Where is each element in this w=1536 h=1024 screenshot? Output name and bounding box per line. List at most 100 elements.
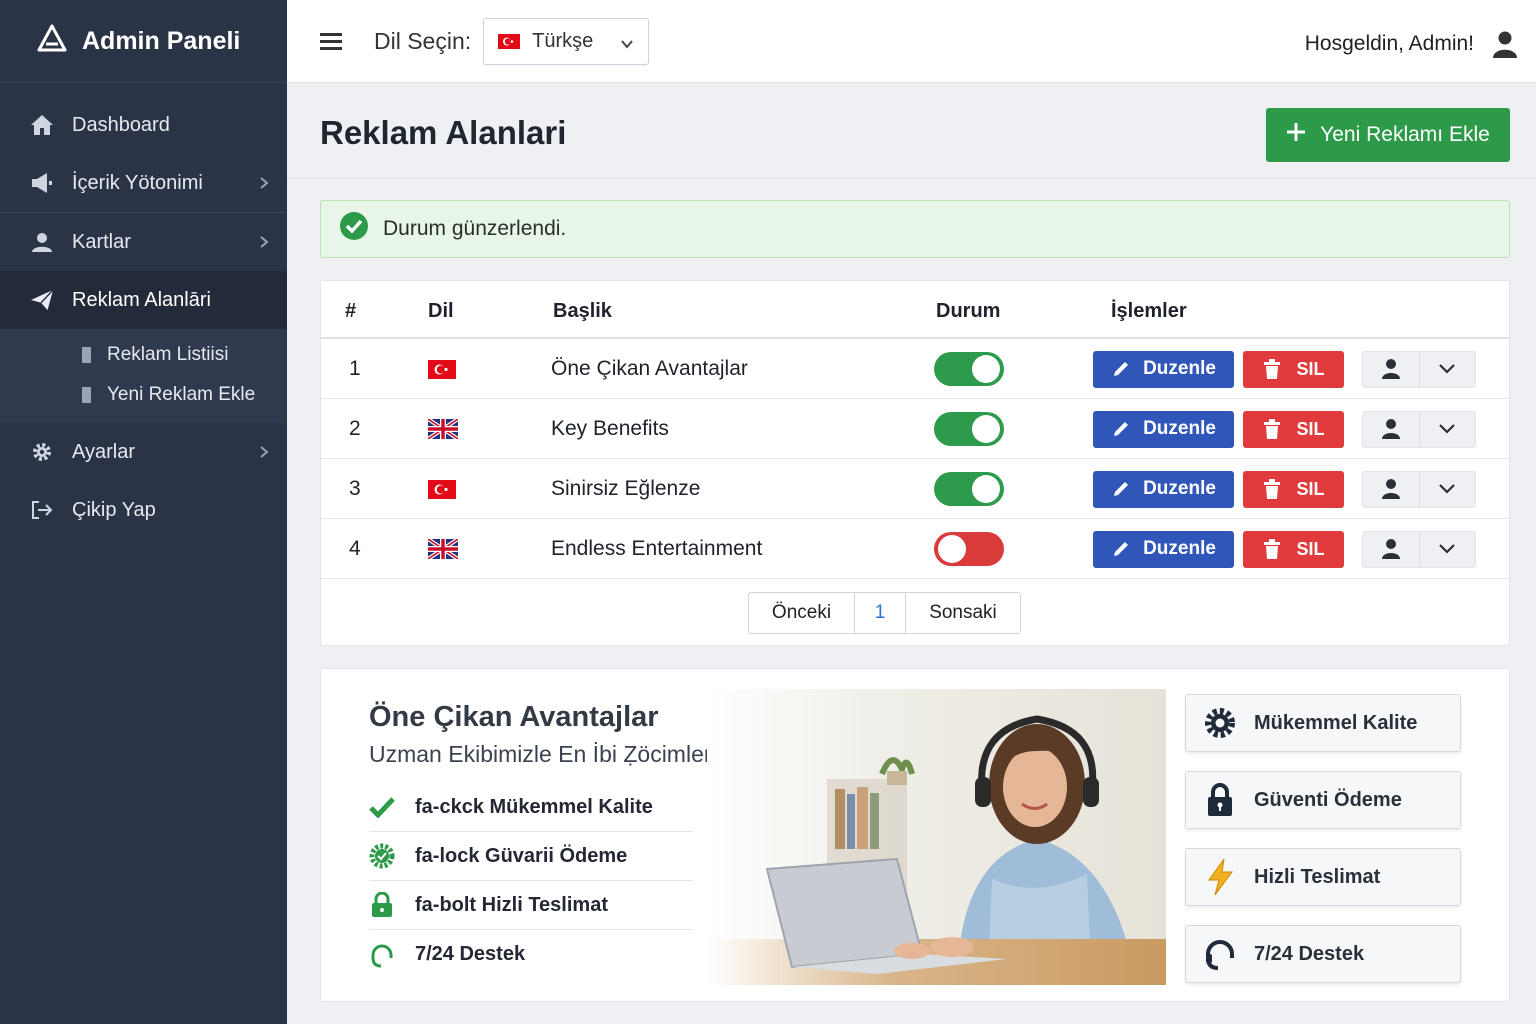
menu-icon[interactable] [320, 29, 344, 53]
language-label: Dil Seçin: [374, 27, 472, 54]
submenu-item-label: Yeni Reklam Ekle [107, 384, 256, 405]
delete-button-label: SIL [1296, 538, 1325, 559]
table-row: 3 Sinirsiz Eğlenze Duzenle SIL [321, 459, 1509, 519]
pencil-icon [1111, 359, 1131, 379]
actions-cell: Duzenle SIL [1093, 399, 1476, 459]
edit-button[interactable]: Duzenle [1093, 350, 1234, 388]
chevron-down-icon[interactable] [1420, 472, 1476, 507]
delete-button-label: SIL [1296, 358, 1325, 379]
feature-text: 7/24 Destek [415, 943, 526, 965]
more-actions-group [1362, 470, 1476, 508]
promo-subtitle: Uzman Ekibimizle En İbi Ẓöcimler! [369, 741, 718, 767]
user-icon[interactable] [1363, 351, 1420, 387]
paper-plane-icon [30, 288, 54, 312]
plus-icon [1286, 122, 1306, 148]
turkey-flag-icon [428, 339, 456, 399]
sidebar-item-dashboard[interactable]: Dashboard [0, 96, 287, 154]
status-toggle[interactable] [934, 352, 1004, 386]
feature-text: fa-lock Güvarii Ödeme [415, 844, 628, 867]
user-icon[interactable] [1363, 531, 1420, 567]
benefit-card-text: Hizli Teslimat [1254, 865, 1381, 888]
delete-button-label: SIL [1296, 478, 1325, 499]
chevron-down-icon[interactable] [1420, 352, 1476, 387]
pagination-next[interactable]: Sonsaki [906, 593, 1020, 633]
sidebar-item-logout[interactable]: Çikip Yap [0, 481, 287, 539]
benefit-card: Güventi Ödeme [1185, 771, 1461, 829]
check-icon [369, 794, 395, 820]
row-title: Endless Entertainment [551, 537, 763, 560]
feature-item: 7/24 Destek [369, 930, 693, 979]
submenu-item-label: Reklam Listiisi [107, 344, 229, 365]
pagination-prev[interactable]: Önceki [749, 593, 855, 633]
chevron-down-icon[interactable] [1420, 532, 1476, 567]
table-header: # Dil Başlik Durum İşlemler [321, 281, 1509, 339]
gear-icon [1202, 705, 1238, 741]
status-toggle[interactable] [934, 472, 1004, 506]
user-icon[interactable] [1492, 30, 1518, 63]
alert-text: Durum günzerlendi. [383, 217, 567, 240]
turkey-flag-icon [498, 33, 521, 49]
gear-icon [30, 440, 54, 464]
delete-button[interactable]: SIL [1243, 530, 1344, 568]
row-number: 3 [349, 477, 361, 500]
row-title: Öne Çikan Avantajlar [551, 357, 748, 380]
user-icon[interactable] [1363, 471, 1420, 507]
badge-icon [369, 843, 395, 869]
row-number: 4 [349, 537, 361, 560]
user-icon [30, 230, 54, 254]
brand[interactable]: Admin Paneli [0, 0, 287, 83]
col-header-status: Durum [936, 300, 1001, 322]
user-icon[interactable] [1363, 411, 1420, 447]
trash-icon [1262, 478, 1282, 500]
status-toggle[interactable] [934, 412, 1004, 446]
sidebar-item-label: İçerik Yötonimi [72, 171, 203, 194]
topbar: Dil Seçin: Türkşe Hosgeldin, Admin! [287, 0, 1536, 83]
more-actions-group [1362, 410, 1476, 448]
status-toggle[interactable] [934, 532, 1004, 566]
col-header-lang: Dil [428, 300, 454, 322]
brand-title: Admin Paneli [82, 26, 241, 55]
col-header-actions: İşlemler [1111, 300, 1187, 322]
benefit-card-text: Mükemmel Kalite [1254, 711, 1418, 734]
sidebar-item-settings[interactable]: Ayarlar [0, 423, 287, 481]
col-header-num: # [345, 300, 357, 322]
submenu-item-ad-list[interactable]: Reklam Listiisi [0, 335, 287, 375]
submenu-item-new-ad[interactable]: Yeni Reklam Ekle [0, 375, 287, 415]
row-title: Key Benefits [551, 417, 669, 440]
chevron-down-icon[interactable] [1420, 412, 1476, 447]
feature-text: fa-bolt Hizli Teslimat [415, 893, 608, 916]
sidebar-item-label: Reklam Alanlāri [72, 288, 211, 311]
sidebar-item-label: Ayarlar [72, 440, 135, 463]
feature-item: fa-bolt Hizli Teslimat [369, 881, 693, 930]
delete-button[interactable]: SIL [1243, 410, 1344, 448]
ads-submenu: Reklam Listiisi Yeni Reklam Ekle [0, 329, 287, 423]
lock-icon [1202, 782, 1238, 818]
sidebar-item-content[interactable]: İçerik Yötonimi [0, 154, 287, 212]
edit-button[interactable]: Duzenle [1093, 470, 1234, 508]
language-select[interactable]: Türkşe [483, 17, 650, 65]
megaphone-icon [30, 171, 54, 195]
benefit-card-text: Güventi Ödeme [1254, 788, 1402, 811]
sidebar-item-label: Kartlar [72, 230, 131, 253]
pencil-icon [1111, 479, 1131, 499]
delete-button[interactable]: SIL [1243, 470, 1344, 508]
bolt-icon [1202, 858, 1238, 896]
edit-button[interactable]: Duzenle [1093, 530, 1234, 568]
sidebar-item-cards[interactable]: Kartlar [0, 213, 287, 271]
uk-flag-icon [428, 399, 458, 459]
delete-button[interactable]: SIL [1243, 350, 1344, 388]
benefit-card: Hizli Teslimat [1185, 848, 1461, 906]
pagination-page[interactable]: 1 [855, 593, 906, 633]
row-number: 2 [349, 417, 361, 440]
edit-button[interactable]: Duzenle [1093, 410, 1234, 448]
sidebar-item-ads[interactable]: Reklam Alanlāri [0, 271, 287, 329]
edit-button-label: Duzenle [1143, 478, 1216, 499]
chevron-down-icon [620, 34, 634, 57]
support-agent-photo [707, 689, 1166, 985]
sidebar: Admin Paneli Dashboard İçerik Yötonimi K… [0, 0, 287, 1024]
more-actions-group [1362, 530, 1476, 568]
new-ad-button[interactable]: Yeni Reklamı Ekle [1266, 108, 1510, 162]
headset-icon [1202, 936, 1238, 972]
pencil-icon [1111, 539, 1131, 559]
row-title: Sinirsiz Eğlenze [551, 477, 701, 500]
